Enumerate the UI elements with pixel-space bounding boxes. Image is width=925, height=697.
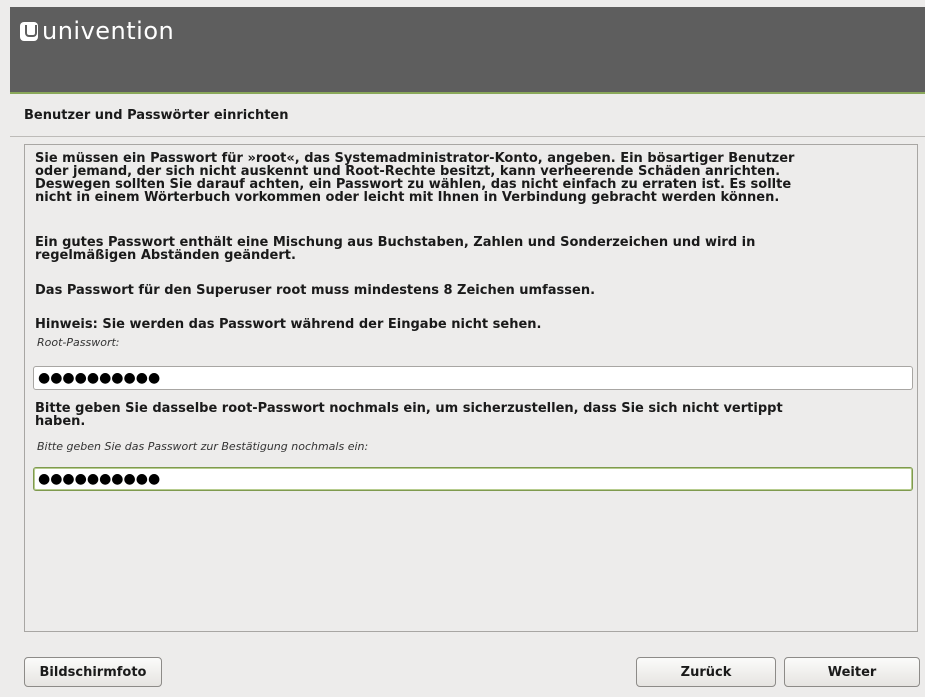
root-password-label: Root-Passwort: — [37, 336, 120, 349]
root-password-input[interactable] — [33, 366, 913, 390]
next-button[interactable]: Weiter — [784, 657, 920, 687]
confirm-password-label: Bitte geben Sie das Passwort zur Bestäti… — [37, 440, 369, 453]
page-title: Benutzer und Passwörter einrichten — [24, 108, 289, 123]
root-password-explanation: Sie müssen ein Passwort für »root«, das … — [35, 151, 795, 205]
screenshot-button[interactable]: Bildschirmfoto — [24, 657, 162, 687]
univention-logo-icon — [20, 21, 38, 41]
brand-logo: univention — [20, 19, 174, 43]
hidden-input-hint: Hinweis: Sie werden das Passwort während… — [35, 317, 542, 332]
good-password-hint: Ein gutes Passwort enthält eine Mischung… — [35, 235, 756, 263]
header-bar: univention — [10, 7, 925, 94]
confirm-password-input[interactable] — [33, 467, 913, 491]
minimum-length-hint: Das Passwort für den Superuser root muss… — [35, 283, 596, 298]
brand-name: univention — [42, 17, 175, 45]
title-divider — [10, 136, 925, 137]
back-button[interactable]: Zurück — [636, 657, 776, 687]
confirm-password-text: Bitte geben Sie dasselbe root-Passwort n… — [35, 401, 783, 429]
